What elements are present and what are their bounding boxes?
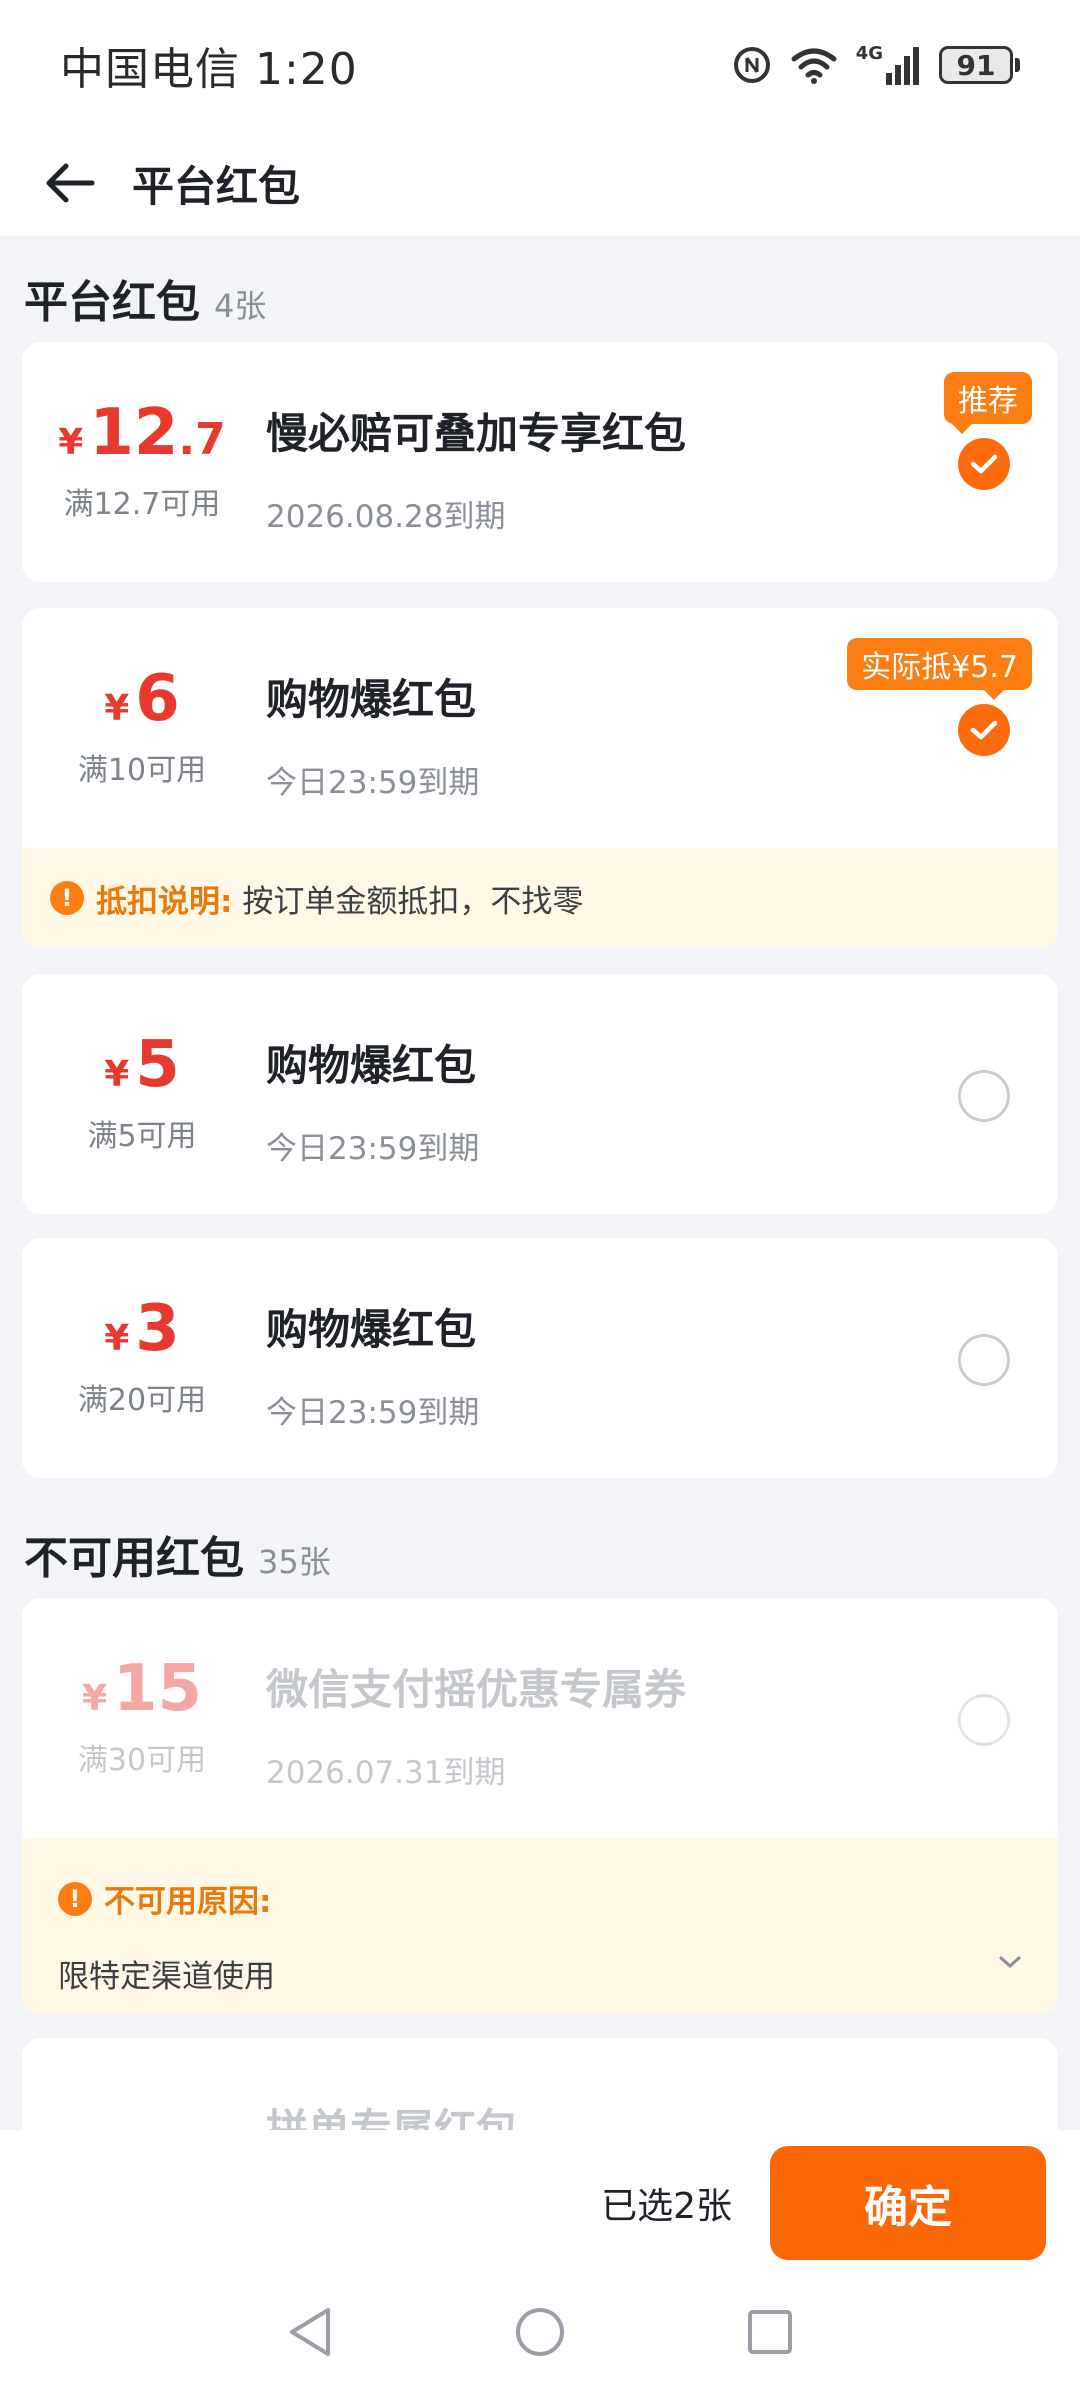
coupon-card[interactable]: ¥ 6 满10可用 购物爆红包 今日23:59到期 实际抵¥5.7 ! 抵扣说明…: [22, 608, 1058, 948]
section-count: 35张: [258, 1543, 331, 1581]
coupon-condition: 满20可用: [77, 1383, 207, 1418]
coupon-card[interactable]: ¥ 3 满20可用 购物爆红包 今日23:59到期: [22, 1238, 1058, 1478]
coupon-expire: 今日23:59到期: [266, 765, 480, 801]
coupon-card[interactable]: ¥ 5 满5可用 购物爆红包 今日23:59到期: [22, 974, 1058, 1214]
system-nav-bar: [0, 2276, 1080, 2388]
currency-symbol: ¥: [81, 1678, 107, 1719]
status-bar: 中国电信 1:20 4G 91: [0, 0, 1080, 130]
coupon-title: 购物爆红包: [266, 675, 477, 724]
recommend-badge: 推荐: [944, 372, 1032, 434]
coupon-amount: ¥ 6 满10可用: [22, 608, 262, 848]
coupon-condition: 满5可用: [87, 1119, 197, 1154]
nfc-icon: [733, 47, 770, 83]
amount-integer: 6: [135, 662, 180, 736]
checkbox-checked[interactable]: [958, 438, 1010, 490]
bottom-action-bar: 已选2张 确定: [0, 2130, 1080, 2276]
coupon-title: 购物爆红包: [266, 1305, 477, 1354]
section-count: 4张: [214, 287, 267, 325]
warning-icon: !: [50, 881, 84, 915]
signal-icon: [886, 47, 919, 85]
warning-icon: !: [58, 1881, 92, 1916]
amount-integer: 15: [113, 1652, 203, 1726]
nav-recents-icon[interactable]: [655, 2308, 885, 2356]
reason-text: 限特定渠道使用: [58, 1959, 275, 1995]
coupon-amount: ¥ 5 满5可用: [22, 974, 262, 1214]
coupon-title: 购物爆红包: [266, 1041, 477, 1090]
carrier-time: 中国电信 1:20: [60, 44, 358, 95]
coupon-amount: ¥ 15 满30可用: [22, 1598, 262, 1838]
checkbox-unchecked[interactable]: [958, 1334, 1010, 1386]
amount-integer: 5: [135, 1028, 180, 1102]
coupon-condition: 满10可用: [77, 753, 207, 788]
checkbox-unchecked[interactable]: [958, 1070, 1010, 1122]
coupon-condition: 满12.7可用: [63, 487, 221, 522]
page-title: 平台红包: [132, 161, 301, 211]
currency-symbol: ¥: [104, 688, 130, 729]
coupon-amount: ¥ 22: [22, 2038, 262, 2130]
wifi-icon: [791, 48, 837, 84]
note-text: 按订单金额抵扣，不找零: [242, 883, 584, 920]
currency-symbol: ¥: [104, 1054, 130, 1095]
coupon-card-disabled[interactable]: ¥ 22 拼单专属红包: [22, 2038, 1058, 2130]
nav-back-icon[interactable]: [195, 2306, 425, 2358]
amount-integer: 12: [89, 396, 179, 470]
deduct-note: ! 抵扣说明: 按订单金额抵扣，不找零: [22, 848, 1058, 948]
coupon-amount: ¥ 3 满20可用: [22, 1238, 262, 1478]
amount-integer: 3: [135, 1292, 180, 1366]
coupon-expire: 今日23:59到期: [266, 1395, 480, 1431]
battery-level: 91: [939, 46, 1013, 84]
amount-decimal: .7: [178, 414, 226, 465]
coupon-card[interactable]: ¥ 12 .7 满12.7可用 慢必赔可叠加专享红包 2026.08.28到期 …: [22, 342, 1058, 582]
selected-count: 已选2张: [601, 2186, 732, 2227]
status-icons: 4G 91: [732, 45, 1020, 85]
battery-indicator: 91: [939, 46, 1020, 84]
coupon-title: 慢必赔可叠加专享红包: [266, 409, 687, 458]
network-label: 4G: [855, 43, 883, 64]
chevron-down-icon[interactable]: [998, 1954, 1022, 1970]
confirm-button[interactable]: 确定: [770, 2146, 1046, 2260]
coupon-expire: 2026.07.31到期: [266, 1755, 506, 1791]
checkbox-disabled: [958, 1694, 1010, 1746]
back-arrow-icon[interactable]: [40, 153, 100, 213]
coupon-list[interactable]: 平台红包 4张 ¥ 12 .7 满12.7可用 慢必赔可叠加专享红包 2026.…: [0, 236, 1080, 2130]
coupon-card-disabled[interactable]: ¥ 15 满30可用 微信支付摇优惠专属券 2026.07.31到期 ! 不可用…: [22, 1598, 1058, 2014]
coupon-title: 微信支付摇优惠专属券: [266, 1665, 687, 1714]
section-title: 平台红包: [24, 277, 200, 328]
coupon-title: 拼单专属红包: [266, 2105, 519, 2130]
reason-label: 不可用原因:: [104, 1884, 272, 1920]
section-title: 不可用红包: [24, 1533, 244, 1584]
checkbox-checked[interactable]: [958, 704, 1010, 756]
checkmark-icon: [970, 720, 998, 740]
note-label: 抵扣说明:: [96, 883, 233, 920]
coupon-expire: 今日23:59到期: [266, 1131, 480, 1167]
nav-home-icon[interactable]: [425, 2306, 655, 2358]
coupon-amount: ¥ 12 .7 满12.7可用: [22, 342, 262, 582]
currency-symbol: ¥: [58, 422, 84, 463]
coupon-condition: 满30可用: [77, 1743, 207, 1778]
checkmark-icon: [970, 454, 998, 474]
coupon-expire: 2026.08.28到期: [266, 499, 506, 535]
unavailable-reason[interactable]: ! 不可用原因: 限特定渠道使用: [22, 1838, 1058, 2014]
available-section-header: 平台红包 4张: [24, 266, 266, 330]
currency-symbol: ¥: [104, 1318, 130, 1359]
top-bar: 平台红包: [0, 130, 1080, 236]
unavailable-section-header: 不可用红包 35张: [24, 1522, 331, 1586]
actual-deduct-badge: 实际抵¥5.7: [847, 638, 1032, 700]
